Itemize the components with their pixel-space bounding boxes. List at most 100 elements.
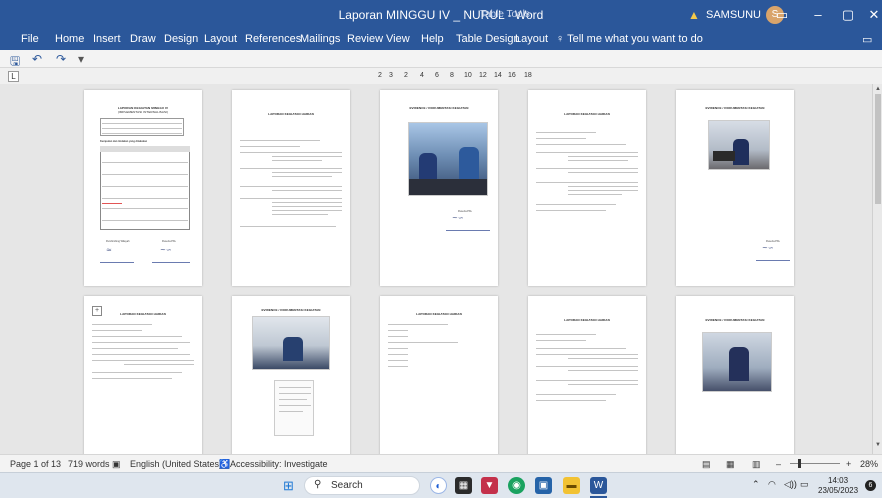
redo-icon[interactable]: ↷	[56, 52, 66, 66]
section-label: Kumpulan dan tindakan yang dilakukan	[100, 140, 148, 143]
ribbon-tabs: File Home Insert Draw Design Layout Refe…	[0, 30, 882, 50]
text-line	[568, 160, 628, 161]
focus-icon[interactable]: ▤	[702, 459, 711, 470]
page-5[interactable]: EVIDENCE / DOKUMENTASI KEGIATAN Peserta …	[676, 90, 794, 286]
page-2[interactable]: LAPORAN KEGIATAN HARIAN	[232, 90, 350, 286]
ruler-tick: 4	[420, 72, 424, 79]
zoom-in-icon[interactable]: +	[846, 459, 851, 469]
file-explorer-icon[interactable]: ▬	[563, 477, 580, 494]
ribbon-display-options-button[interactable]: ▭	[764, 0, 800, 30]
page-6[interactable]: + LAPORAN KEGIATAN HARIAN	[84, 296, 202, 454]
word-icon[interactable]: W	[590, 477, 607, 494]
activity-table	[100, 146, 190, 230]
undo-icon[interactable]: ↶	[32, 52, 42, 66]
page-8[interactable]: LAPORAN KEGIATAN HARIAN	[380, 296, 498, 454]
status-bar: Page 1 of 13 719 words ▣ English (United…	[0, 454, 882, 472]
print-layout-icon[interactable]: ▦	[726, 459, 735, 470]
zoom-out-icon[interactable]: –	[776, 459, 781, 469]
ruler-tick: 14	[494, 72, 502, 79]
tab-table-design[interactable]: Table Design	[456, 33, 520, 45]
tab-mailings[interactable]: Mailings	[300, 33, 340, 45]
store-icon[interactable]: ▣	[535, 477, 552, 494]
start-icon[interactable]: ⊞	[280, 477, 297, 494]
document-canvas[interactable]: LAPORAN KEGIATAN MINGGU IV (IMPLEMENTASI…	[0, 84, 872, 454]
zoom-slider-thumb[interactable]	[798, 459, 801, 468]
warning-icon[interactable]: ▲	[688, 8, 700, 22]
user-name[interactable]: SAMSUNU	[706, 9, 761, 21]
language-indicator[interactable]: English (United States)	[130, 459, 222, 469]
ruler-tick: 2	[404, 72, 408, 79]
tab-review[interactable]: Review	[347, 33, 383, 45]
page-heading: LAPORAN KEGIATAN HARIAN	[268, 112, 314, 116]
page-3[interactable]: EVIDENCE / DOKUMENTASI KEGIATAN Peserta …	[380, 90, 498, 286]
text-line	[388, 366, 408, 367]
text-line	[536, 394, 616, 395]
taskbar-search[interactable]: ⚲ Search	[304, 476, 420, 495]
tab-design[interactable]: Design	[164, 33, 198, 45]
tab-file[interactable]: File	[21, 33, 39, 45]
customize-qat-icon[interactable]: ▾	[78, 52, 84, 66]
close-button[interactable]: ✕	[856, 0, 882, 30]
table-row	[102, 128, 182, 129]
proofing-icon[interactable]: ▣	[112, 459, 121, 470]
accessibility-status[interactable]: Accessibility: Investigate	[230, 459, 328, 469]
accessibility-icon[interactable]: ♿	[219, 459, 230, 470]
tell-me-search[interactable]: ♀ Tell me what you want to do	[556, 33, 703, 45]
pocket-icon[interactable]: ▼	[481, 477, 498, 494]
signer-name-right	[152, 262, 190, 263]
text-line	[240, 152, 342, 153]
highlighted-text	[102, 203, 122, 204]
evidence-photo	[408, 122, 488, 196]
evidence-document	[274, 380, 314, 436]
scroll-down-icon[interactable]: ▼	[875, 442, 881, 448]
text-line	[388, 348, 408, 349]
text-line	[388, 360, 408, 361]
zoom-level[interactable]: 28%	[860, 459, 878, 469]
activity-table-header	[100, 146, 190, 152]
tab-insert[interactable]: Insert	[93, 33, 121, 45]
clock[interactable]: 14:03 23/05/2023	[818, 476, 858, 496]
page-heading: LAPORAN KEGIATAN HARIAN	[564, 318, 610, 322]
tab-table-layout[interactable]: Layout	[515, 33, 548, 45]
text-line	[568, 194, 622, 195]
text-line	[92, 348, 178, 349]
text-line	[568, 384, 638, 385]
tab-selector[interactable]: L	[8, 71, 19, 82]
text-line	[568, 172, 638, 173]
tab-draw[interactable]: Draw	[130, 33, 156, 45]
scroll-up-icon[interactable]: ▲	[875, 86, 881, 92]
table-row	[102, 174, 188, 175]
tab-view[interactable]: View	[386, 33, 410, 45]
volume-icon[interactable]: ◁))	[784, 479, 797, 490]
show-hidden-icons-icon[interactable]: ⌃	[752, 479, 760, 490]
page-count[interactable]: Page 1 of 13	[10, 459, 61, 469]
notification-badge[interactable]: 6	[865, 480, 876, 491]
word-count[interactable]: 719 words	[68, 459, 110, 469]
tab-home[interactable]: Home	[55, 33, 84, 45]
signature-right: ~∽	[160, 246, 172, 254]
edge-icon[interactable]: ◉	[508, 477, 525, 494]
text-line	[92, 324, 152, 325]
clock-date: 23/05/2023	[818, 486, 859, 495]
page-7[interactable]: EVIDENCE / DOKUMENTASI KEGIATAN	[232, 296, 350, 454]
page-4[interactable]: LAPORAN KEGIATAN HARIAN	[528, 90, 646, 286]
web-layout-icon[interactable]: ▥	[752, 459, 761, 470]
wifi-icon[interactable]: ◠	[768, 479, 776, 490]
text-line	[272, 214, 328, 215]
page-9[interactable]: LAPORAN KEGIATAN HARIAN	[528, 296, 646, 454]
tab-help[interactable]: Help	[421, 33, 444, 45]
cortana-icon[interactable]: ◐	[430, 477, 447, 494]
text-line	[388, 330, 408, 331]
text-line	[272, 156, 342, 157]
ruler-tick: 8	[450, 72, 454, 79]
tab-layout[interactable]: Layout	[204, 33, 237, 45]
task-view-icon[interactable]: ▦	[455, 477, 472, 494]
tab-references[interactable]: References	[245, 33, 301, 45]
battery-icon[interactable]: ▭	[800, 479, 809, 490]
text-line	[124, 364, 194, 365]
vertical-scrollbar[interactable]: ▲ ▼	[872, 84, 882, 454]
comments-icon[interactable]: ▭	[862, 33, 872, 46]
scroll-thumb[interactable]	[875, 94, 881, 204]
page-1[interactable]: LAPORAN KEGIATAN MINGGU IV (IMPLEMENTASI…	[84, 90, 202, 286]
page-10[interactable]: EVIDENCE / DOKUMENTASI KEGIATAN	[676, 296, 794, 454]
